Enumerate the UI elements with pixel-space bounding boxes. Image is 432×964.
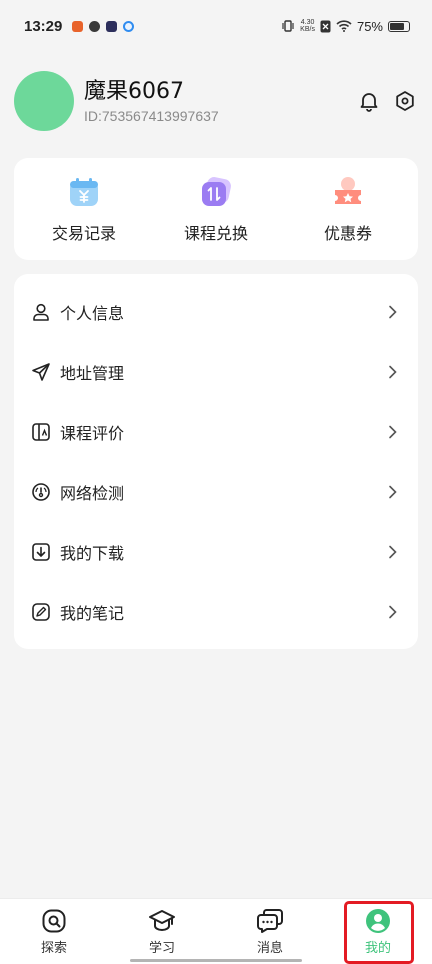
rating-icon	[30, 421, 52, 443]
chevron-right-icon	[386, 365, 398, 379]
menu-item-label: 课程评价	[60, 424, 125, 443]
chevron-right-icon	[386, 305, 398, 319]
quick-actions-card: 交易记录 课程兑换 优惠券	[14, 158, 418, 260]
profile-icon	[364, 907, 392, 935]
nav-label: 我的	[364, 941, 391, 956]
battery-fill	[390, 22, 404, 30]
exchange-icon	[198, 174, 234, 210]
chevron-right-icon	[386, 485, 398, 499]
menu-item-downloads[interactable]: 我的下载	[14, 522, 418, 582]
menu-item-network-check[interactable]: 网络检测	[14, 462, 418, 522]
app-notification-icon	[72, 20, 84, 32]
network-speed: 4.30 KB/s	[300, 19, 315, 33]
nav-tab-learn[interactable]: 学习	[108, 899, 216, 964]
menu-item-address[interactable]: 地址管理	[14, 342, 418, 402]
menu-item-label: 网络检测	[60, 484, 125, 503]
menu-list-card: 个人信息 地址管理 课程评价 网络检测 我的下载 我的笔记	[14, 274, 418, 649]
bell-icon[interactable]	[358, 90, 380, 112]
username: 魔果6067	[84, 79, 184, 104]
battery-percent: 75%	[356, 18, 383, 34]
profile-header: 魔果6067 ID:753567413997637	[14, 70, 418, 132]
nav-tab-explore[interactable]: 探索	[0, 899, 108, 964]
chevron-right-icon	[386, 425, 398, 439]
battery-icon	[388, 20, 410, 32]
coupon-icon	[330, 174, 366, 210]
quick-action-label: 优惠券	[323, 224, 372, 243]
quick-action-label: 交易记录	[51, 224, 116, 243]
network-speed-value: 4.30	[300, 19, 315, 26]
chevron-right-icon	[386, 605, 398, 619]
menu-item-label: 我的笔记	[60, 604, 125, 623]
nav-label: 消息	[256, 941, 283, 956]
header-icons	[358, 90, 416, 112]
avatar[interactable]	[14, 71, 74, 131]
menu-item-label: 地址管理	[60, 364, 125, 383]
nav-label: 学习	[148, 941, 175, 956]
status-right: 4.30 KB/s 75%	[281, 19, 410, 34]
network-check-icon	[30, 481, 52, 503]
nav-tab-messages[interactable]: 消息	[216, 899, 324, 964]
person-icon	[30, 301, 52, 323]
menu-item-label: 我的下载	[60, 544, 125, 563]
settings-icon[interactable]	[394, 90, 416, 112]
note-edit-icon	[30, 601, 52, 623]
chat-bubble-icon	[256, 907, 284, 935]
user-id: ID:753567413997637	[84, 108, 219, 124]
menu-item-course-rating[interactable]: 课程评价	[14, 402, 418, 462]
download-icon	[30, 541, 52, 563]
bottom-nav: 探索 学习 消息 我的	[0, 898, 432, 964]
status-left: 13:29	[24, 17, 135, 35]
nav-label: 探索	[40, 941, 67, 956]
home-indicator	[130, 959, 302, 962]
quick-action-transactions[interactable]: 交易记录	[29, 174, 139, 244]
quick-action-coupons[interactable]: 优惠券	[293, 174, 403, 244]
location-arrow-icon	[30, 361, 52, 383]
app-notification-icon	[89, 20, 101, 32]
wallet-yuan-icon	[66, 174, 102, 210]
vibrate-icon	[282, 20, 294, 32]
app-notification-icon	[106, 20, 118, 32]
profile-text: 魔果6067 ID:753567413997637	[84, 78, 358, 124]
quick-action-exchange[interactable]: 课程兑换	[161, 174, 271, 244]
menu-item-personal-info[interactable]: 个人信息	[14, 282, 418, 342]
nav-tab-me[interactable]: 我的	[324, 899, 432, 964]
sim-off-icon	[320, 20, 331, 32]
network-speed-unit: KB/s	[300, 26, 315, 33]
explore-icon	[40, 907, 68, 935]
status-time: 13:29	[24, 17, 63, 35]
graduation-cap-icon	[148, 907, 176, 935]
quick-action-label: 课程兑换	[183, 224, 248, 243]
menu-item-notes[interactable]: 我的笔记	[14, 582, 418, 642]
chevron-right-icon	[386, 545, 398, 559]
menu-item-label: 个人信息	[60, 304, 125, 323]
wifi-icon	[336, 20, 352, 32]
app-notification-icon	[123, 20, 135, 32]
status-bar: 13:29 4.30 KB/s 75%	[0, 0, 432, 52]
